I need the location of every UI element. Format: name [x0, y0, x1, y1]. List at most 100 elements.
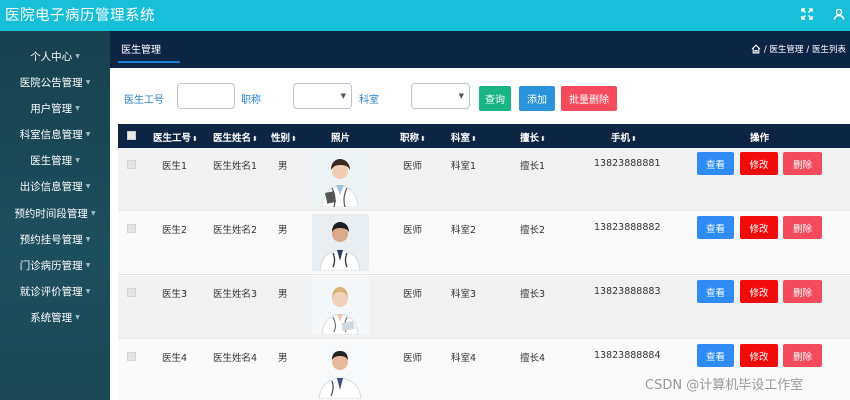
header-doctor-name[interactable]: 医生姓名⬍ — [213, 130, 258, 144]
cell-title: 医师 — [403, 225, 423, 236]
chevron-down-icon: ▼ — [340, 92, 346, 100]
select-all-checkbox[interactable] — [127, 131, 136, 140]
title-select[interactable]: ▼ — [293, 83, 352, 109]
chevron-down-icon: ▼ — [85, 78, 91, 86]
title-label: 职称 — [241, 95, 261, 106]
row-checkbox[interactable] — [127, 352, 136, 361]
cell-specialty: 擅长4 — [520, 353, 546, 364]
table-header: 医生工号⬍ 医生姓名⬍ 性别⬍ 照片 职称⬍ 科室⬍ 擅长⬍ 手机⬍ 操作 — [118, 124, 850, 148]
tab-bar: 医生管理 / 医生管理 / 医生列表 — [110, 31, 850, 68]
sidebar-item-reviews[interactable]: 就诊评价管理 ▼ — [0, 280, 110, 302]
delete-button[interactable]: 删除 — [783, 280, 822, 303]
tab-doctor-management[interactable]: 医生管理 — [121, 41, 161, 56]
sidebar-item-records[interactable]: 门诊病历管理 ▼ — [0, 254, 110, 276]
sidebar-item-doctors[interactable]: 医生管理 ▼ — [0, 149, 110, 171]
doctor-no-input[interactable] — [177, 83, 235, 109]
expand-icon[interactable] — [797, 4, 817, 24]
view-button[interactable]: 查看 — [697, 280, 734, 303]
doctor-table: 医生工号⬍ 医生姓名⬍ 性别⬍ 照片 职称⬍ 科室⬍ 擅长⬍ 手机⬍ 操作 医生… — [118, 124, 850, 400]
watermark: CSDN @计算机毕设工作室 — [645, 378, 804, 393]
breadcrumb-doctor-list: / 医生列表 — [806, 45, 846, 55]
chevron-down-icon: ▼ — [85, 287, 91, 295]
doctor-no-label: 医生工号 — [124, 95, 164, 106]
sort-icon[interactable]: ⬍ — [192, 135, 198, 143]
cell-dept: 科室3 — [451, 289, 477, 300]
header-photo: 照片 — [331, 133, 351, 144]
sidebar-item-departments[interactable]: 科室信息管理 ▼ — [0, 123, 110, 145]
cell-gender: 男 — [278, 289, 288, 300]
sidebar-item-label: 科室信息管理 — [19, 128, 83, 141]
edit-button[interactable]: 修改 — [740, 280, 778, 303]
table-row: 医生2 医生姓名2 男 医师 科室2 擅长2 13823888882 查看 修改… — [118, 212, 850, 275]
row-checkbox[interactable] — [127, 160, 136, 169]
user-icon[interactable] — [829, 4, 849, 24]
header-operations: 操作 — [750, 133, 770, 144]
view-button[interactable]: 查看 — [697, 216, 734, 239]
top-bar: 医院电子病历管理系统 — [0, 0, 850, 31]
sort-icon[interactable]: ⬍ — [631, 135, 637, 143]
header-phone[interactable]: 手机⬍ — [611, 130, 637, 144]
cell-dept: 科室4 — [451, 353, 477, 364]
sort-icon[interactable]: ⬍ — [252, 135, 258, 143]
doctor-photo — [312, 278, 369, 335]
sort-icon[interactable]: ⬍ — [291, 135, 297, 143]
sort-icon[interactable]: ⬍ — [471, 135, 477, 143]
sidebar-item-label: 医院公告管理 — [19, 76, 83, 89]
sidebar-item-system[interactable]: 系统管理 ▼ — [0, 306, 110, 328]
chevron-down-icon: ▼ — [75, 104, 80, 112]
cell-dept: 科室2 — [451, 225, 477, 236]
sidebar-item-announcements[interactable]: 医院公告管理 ▼ — [0, 71, 110, 93]
sidebar-item-timeslots[interactable]: 预约时间段管理 ▼ — [0, 202, 110, 224]
edit-button[interactable]: 修改 — [740, 152, 778, 175]
cell-doctor-name: 医生姓名1 — [213, 161, 258, 172]
header-dept[interactable]: 科室⬍ — [451, 130, 477, 144]
chevron-down-icon: ▼ — [75, 313, 80, 321]
cell-gender: 男 — [278, 353, 288, 364]
add-button[interactable]: 添加 — [519, 86, 555, 111]
sort-icon[interactable]: ⬍ — [540, 135, 546, 143]
cell-doctor-no: 医生2 — [162, 225, 188, 236]
edit-button[interactable]: 修改 — [740, 344, 778, 367]
sidebar-item-label: 出诊信息管理 — [19, 180, 83, 193]
sidebar-item-label: 门诊病历管理 — [19, 259, 83, 272]
dept-select[interactable]: ▼ — [411, 83, 470, 109]
row-checkbox[interactable] — [127, 288, 136, 297]
header-gender[interactable]: 性别⬍ — [271, 130, 297, 144]
cell-title: 医师 — [403, 161, 423, 172]
cell-doctor-name: 医生姓名3 — [213, 289, 258, 300]
header-title[interactable]: 职称⬍ — [400, 130, 426, 144]
header-specialty[interactable]: 擅长⬍ — [520, 130, 546, 144]
chevron-down-icon: ▼ — [85, 182, 91, 190]
batch-delete-button[interactable]: 批量删除 — [561, 86, 617, 111]
breadcrumb: / 医生管理 / 医生列表 — [751, 43, 846, 55]
sidebar-item-profile[interactable]: 个人中心 ▼ — [0, 45, 110, 67]
delete-button[interactable]: 删除 — [783, 152, 822, 175]
cell-doctor-no: 医生4 — [162, 353, 188, 364]
chevron-down-icon: ▼ — [458, 92, 464, 100]
chevron-down-icon: ▼ — [85, 130, 91, 138]
sidebar: 个人中心 ▼ 医院公告管理 ▼ 用户管理 ▼ 科室信息管理 ▼ 医生管理 ▼ 出诊信息管理… — [0, 31, 110, 400]
sort-icon[interactable]: ⬍ — [420, 135, 426, 143]
row-checkbox[interactable] — [127, 224, 136, 233]
query-button[interactable]: 查询 — [479, 86, 511, 111]
cell-phone: 13823888882 — [594, 222, 661, 233]
cell-gender: 男 — [278, 225, 288, 236]
view-button[interactable]: 查看 — [697, 344, 734, 367]
sidebar-item-users[interactable]: 用户管理 ▼ — [0, 97, 110, 119]
cell-phone: 13823888883 — [594, 286, 661, 297]
table-row: 医生1 医生姓名1 男 医师 科室1 擅长1 13823888881 查看 修改… — [118, 148, 850, 211]
view-button[interactable]: 查看 — [697, 152, 734, 175]
sidebar-item-appointments[interactable]: 预约挂号管理 ▼ — [0, 228, 110, 250]
dept-label: 科室 — [359, 95, 379, 106]
breadcrumb-doctor-management[interactable]: / 医生管理 — [764, 43, 804, 55]
header-doctor-no[interactable]: 医生工号⬍ — [153, 130, 198, 144]
cell-doctor-name: 医生姓名2 — [213, 225, 258, 236]
sidebar-item-label: 就诊评价管理 — [19, 285, 83, 298]
home-icon[interactable] — [751, 44, 761, 54]
table-row: 医生3 医生姓名3 男 医师 科室3 擅长3 13823888883 查看 修改… — [118, 276, 850, 339]
delete-button[interactable]: 删除 — [783, 216, 822, 239]
delete-button[interactable]: 删除 — [783, 344, 822, 367]
sidebar-item-visits[interactable]: 出诊信息管理 ▼ — [0, 175, 110, 197]
doctor-photo — [312, 214, 369, 271]
edit-button[interactable]: 修改 — [740, 216, 778, 239]
